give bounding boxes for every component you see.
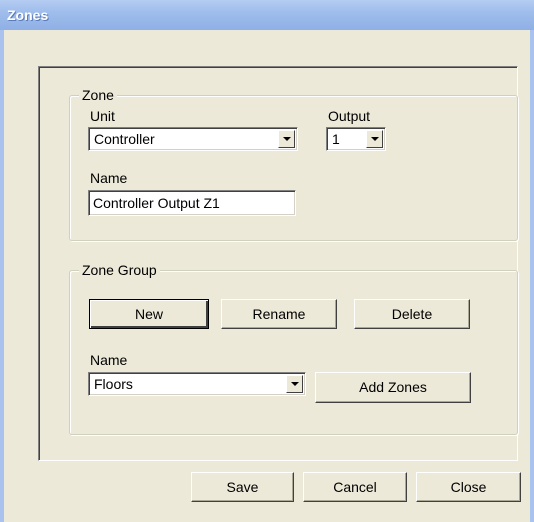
window-left-border — [0, 30, 4, 522]
zone-name-label: Name — [90, 170, 128, 186]
zone-group-legend: Zone Group — [79, 262, 160, 278]
output-label: Output — [328, 108, 371, 124]
unit-label: Unit — [90, 108, 115, 124]
zone-group-groupbox: Zone Group — [69, 262, 518, 435]
rename-button[interactable]: Rename — [221, 299, 337, 329]
output-select[interactable]: 1 — [326, 127, 386, 151]
unit-select[interactable]: Controller — [88, 127, 298, 151]
group-name-select-value: Floors — [94, 376, 133, 392]
zone-legend: Zone — [79, 87, 117, 103]
window-title: Zones — [7, 7, 49, 23]
group-name-label: Name — [90, 352, 128, 368]
save-button[interactable]: Save — [191, 472, 294, 502]
new-button[interactable]: New — [89, 299, 209, 329]
close-button[interactable]: Close — [416, 472, 521, 502]
group-name-select[interactable]: Floors — [88, 372, 306, 396]
cancel-button[interactable]: Cancel — [303, 472, 407, 502]
zone-group-frame: Zone Group — [69, 262, 518, 435]
zone-groupbox: Zone — [69, 87, 518, 241]
chevron-down-icon[interactable] — [366, 130, 383, 148]
chevron-down-icon[interactable] — [286, 375, 303, 393]
unit-select-value: Controller — [94, 131, 155, 147]
zone-name-field[interactable]: Controller Output Z1 — [88, 190, 296, 216]
window-right-border — [530, 30, 534, 522]
chevron-down-icon[interactable] — [278, 130, 295, 148]
zones-window: Zones Zone Unit Controller Output 1 Name… — [0, 0, 534, 522]
output-select-value: 1 — [332, 131, 340, 147]
add-zones-button[interactable]: Add Zones — [315, 372, 471, 403]
delete-button[interactable]: Delete — [354, 299, 470, 329]
title-bar[interactable]: Zones — [0, 0, 534, 30]
zone-frame: Zone — [69, 87, 518, 241]
